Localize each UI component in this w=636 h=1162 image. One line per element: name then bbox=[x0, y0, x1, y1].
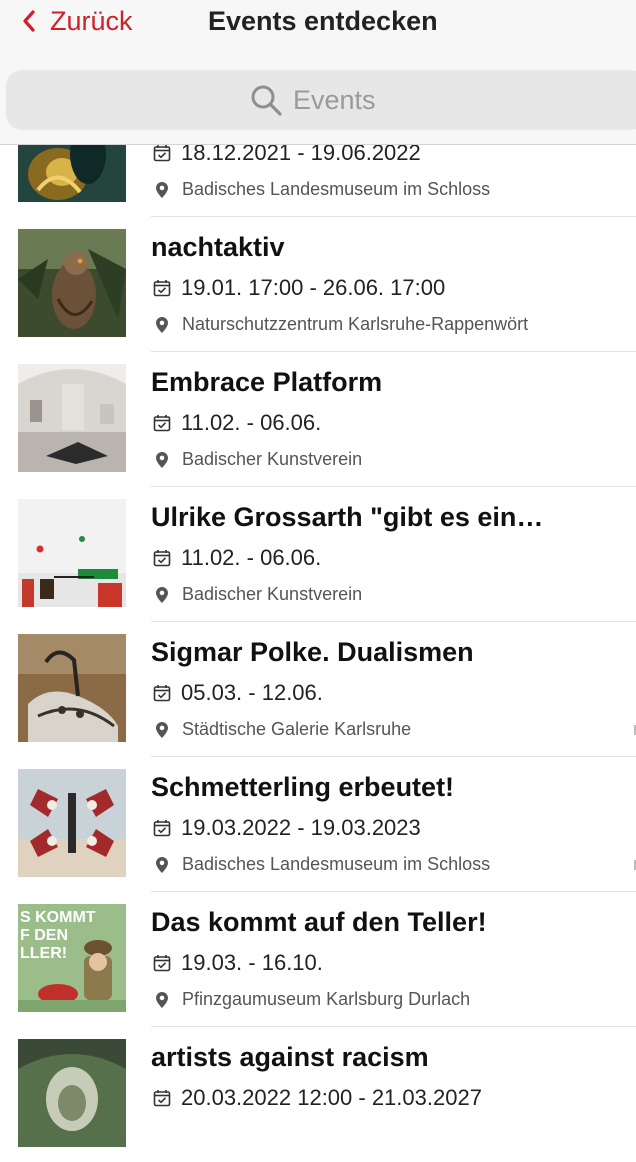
event-location-text: Badischer Kunstverein bbox=[182, 449, 363, 469]
map-pin-icon bbox=[156, 856, 168, 873]
event-item[interactable]: Embrace Platform 11.02. - 06.06. Badisch… bbox=[0, 352, 636, 487]
event-title: artists against racism bbox=[151, 1042, 429, 1072]
search-bar[interactable] bbox=[6, 70, 636, 130]
event-thumbnail bbox=[18, 229, 126, 337]
event-item[interactable]: Sigmar Polke. Dualismen 05.03. - 12.06. … bbox=[0, 622, 636, 757]
map-pin-icon bbox=[156, 586, 168, 603]
event-date: 20.03.2022 12:00 - 21.03.2027 bbox=[153, 1085, 482, 1111]
event-thumbnail bbox=[18, 1039, 126, 1147]
map-pin-icon bbox=[156, 181, 168, 198]
event-date-text: 11.02. - 06.06. bbox=[181, 545, 322, 570]
svg-text:S KOMMT: S KOMMT bbox=[20, 909, 96, 926]
event-location: Badischer Kunstverein bbox=[153, 584, 362, 605]
event-title: nachtaktiv bbox=[151, 232, 285, 262]
page-title: Events entdecken bbox=[208, 6, 438, 36]
map-pin-icon bbox=[156, 316, 168, 333]
event-location-text: Städtische Galerie Karlsruhe bbox=[182, 719, 412, 739]
event-date-text: 11.02. - 06.06. bbox=[181, 410, 322, 435]
event-date: 19.01. 17:00 - 26.06. 17:00 bbox=[153, 275, 445, 301]
calendar-check-icon bbox=[153, 550, 171, 567]
event-location: Pfinzgaumuseum Karlsburg Durlach bbox=[153, 989, 470, 1010]
event-title: Das kommt auf den Teller! bbox=[151, 907, 487, 937]
event-title: Ulrike Grossarth "gibt es ein… bbox=[151, 502, 544, 532]
event-title: Sigmar Polke. Dualismen bbox=[151, 637, 474, 667]
calendar-check-icon bbox=[153, 415, 171, 432]
event-title: Schmetterling erbeutet! bbox=[151, 772, 455, 802]
svg-text:F DEN: F DEN bbox=[20, 927, 68, 944]
event-location: Badischer Kunstverein bbox=[153, 449, 362, 470]
event-date: 05.03. - 12.06. bbox=[153, 680, 323, 706]
event-location-text: Badisches Landesmuseum im Schloss bbox=[182, 179, 491, 199]
event-location: Naturschutzzentrum Karlsruhe-Rappenwört bbox=[153, 314, 528, 335]
calendar-check-icon bbox=[153, 955, 171, 972]
event-date-text: 19.03.2022 - 19.03.2023 bbox=[181, 815, 421, 840]
event-date: 11.02. - 06.06. bbox=[153, 410, 321, 436]
event-item[interactable]: Ulrike Grossarth "gibt es ein… 11.02. - … bbox=[0, 487, 636, 622]
chevron-left-icon bbox=[23, 10, 35, 32]
event-item[interactable]: artists against racism 20.03.2022 12:00 … bbox=[0, 1027, 636, 1162]
search-input[interactable] bbox=[293, 84, 403, 116]
event-item[interactable]: Schmetterling erbeutet! 19.03.2022 - 19.… bbox=[0, 757, 636, 892]
event-thumbnail bbox=[18, 769, 126, 877]
map-pin-icon bbox=[156, 991, 168, 1008]
search-icon bbox=[251, 85, 282, 116]
event-location: Städtische Galerie Karlsruhe bbox=[153, 719, 411, 740]
event-thumbnail bbox=[18, 364, 126, 472]
header-divider bbox=[0, 144, 636, 145]
calendar-check-icon bbox=[153, 685, 171, 702]
event-location-text: Pfinzgaumuseum Karlsburg Durlach bbox=[182, 989, 471, 1009]
event-thumbnail bbox=[18, 499, 126, 607]
event-thumbnail bbox=[18, 634, 126, 742]
event-location-text: Badischer Kunstverein bbox=[182, 584, 363, 604]
event-date: 19.03.2022 - 19.03.2023 bbox=[153, 815, 421, 841]
event-date-text: 05.03. - 12.06. bbox=[181, 680, 323, 705]
back-button[interactable]: Zurück bbox=[22, 4, 133, 38]
calendar-check-icon bbox=[153, 145, 171, 162]
event-item[interactable]: nachtaktiv 19.01. 17:00 - 26.06. 17:00 N… bbox=[0, 217, 636, 352]
event-date-text: 20.03.2022 12:00 - 21.03.2027 bbox=[181, 1085, 482, 1110]
header: Zurück Events entdecken bbox=[0, 0, 636, 145]
event-date: 19.03. - 16.10. bbox=[153, 950, 323, 976]
map-pin-icon bbox=[156, 451, 168, 468]
event-date-text: 19.03. - 16.10. bbox=[181, 950, 323, 975]
event-location: Badisches Landesmuseum im Schloss bbox=[153, 179, 490, 200]
calendar-check-icon bbox=[153, 280, 171, 297]
back-label: Zurück bbox=[50, 5, 133, 36]
event-title: Embrace Platform bbox=[151, 367, 383, 397]
event-location-text: Naturschutzzentrum Karlsruhe-Rappenwört bbox=[182, 314, 529, 334]
event-date: 11.02. - 06.06. bbox=[153, 545, 321, 571]
svg-text:LLER!: LLER! bbox=[20, 945, 67, 962]
map-pin-icon bbox=[156, 721, 168, 738]
event-thumbnail: S KOMMT F DEN LLER! bbox=[18, 904, 126, 1012]
event-location-text: Badisches Landesmuseum im Schloss bbox=[182, 854, 491, 874]
calendar-check-icon bbox=[153, 820, 171, 837]
event-location: Badisches Landesmuseum im Schloss bbox=[153, 854, 490, 875]
calendar-check-icon bbox=[153, 1090, 171, 1107]
event-item[interactable]: S KOMMT F DEN LLER! Das kommt auf den Te… bbox=[0, 892, 636, 1027]
event-date-text: 19.01. 17:00 - 26.06. 17:00 bbox=[181, 275, 446, 300]
